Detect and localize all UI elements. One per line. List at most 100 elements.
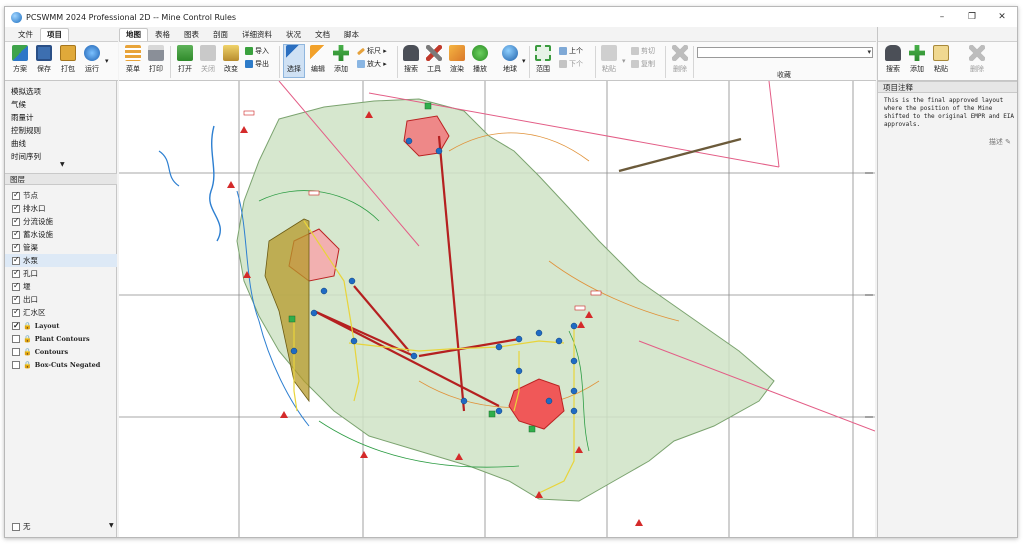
run-label: 运行 [85, 65, 99, 73]
select-label: 选择 [287, 65, 301, 73]
expand-list-icon[interactable]: ▼ [60, 161, 65, 168]
layer-checkbox[interactable] [12, 216, 20, 226]
layer-row[interactable]: 节点 [5, 189, 117, 202]
layer-row[interactable]: 管渠 [5, 241, 117, 254]
render-button[interactable]: 渲染 [446, 45, 468, 74]
paste-dropdown-arrow[interactable]: ▾ [622, 57, 626, 65]
zoom-icon [357, 60, 365, 68]
tab-map[interactable]: 地图 [119, 28, 148, 41]
annotation-paste-button[interactable]: 粘贴 [930, 45, 952, 74]
tab-status[interactable]: 状况 [279, 28, 308, 41]
tab-details[interactable]: 详细资料 [235, 28, 279, 41]
run-button[interactable]: 运行 [81, 45, 103, 74]
search-button[interactable]: 搜索 [400, 45, 422, 74]
title-bar: PCSWMM 2024 Professional 2D -- Mine Cont… [5, 7, 1017, 27]
sim-item-raingages[interactable]: 雨量计 [11, 112, 34, 123]
layer-row[interactable]: 孔口 [5, 267, 117, 280]
layer-row[interactable]: 🔒Layout [5, 319, 117, 332]
layer-row[interactable]: 出口 [5, 293, 117, 306]
layer-row[interactable]: 排水口 [5, 202, 117, 215]
edit-button[interactable]: 编辑 [307, 45, 329, 74]
close-layer-button[interactable]: 关闭 [197, 45, 219, 74]
layer-row[interactable]: 🔒 Box-Cuts Negated [5, 358, 117, 371]
layer-checkbox[interactable] [12, 190, 20, 200]
globe-dropdown-arrow[interactable]: ▾ [522, 57, 526, 65]
sim-item-options[interactable]: 模拟选项 [11, 86, 41, 97]
extent-button[interactable]: 范围 [532, 45, 554, 74]
paste-button[interactable]: 粘贴 [598, 45, 620, 74]
none-checkbox[interactable] [12, 522, 20, 531]
layer-row[interactable]: 分流设施 [5, 215, 117, 228]
print-button[interactable]: 打印 [145, 45, 167, 74]
layer-checkbox[interactable] [12, 203, 20, 213]
annotation-add-button[interactable]: 添加 [906, 45, 928, 74]
cut-button[interactable]: 剪切 [631, 46, 655, 56]
tab-graphs[interactable]: 图表 [177, 28, 206, 41]
import-button[interactable]: 导入 [245, 46, 269, 56]
layer-checkbox[interactable] [12, 268, 20, 278]
minimize-button[interactable]: – [927, 7, 957, 27]
restore-button[interactable]: ❐ [957, 7, 987, 27]
none-option[interactable]: 无 [12, 521, 31, 532]
catchment-area[interactable] [236, 98, 775, 502]
chevron-down-icon: ▾ [867, 48, 871, 56]
change-layer-button[interactable]: 改变 [220, 45, 242, 74]
layer-checkbox[interactable] [12, 334, 20, 343]
tab-profile[interactable]: 剖面 [206, 28, 235, 41]
layer-checkbox[interactable] [12, 281, 20, 291]
layer-checkbox[interactable] [12, 255, 20, 265]
annotation-search-button[interactable]: 搜索 [882, 45, 904, 74]
tab-documents[interactable]: 文档 [308, 28, 337, 41]
layer-row[interactable]: 水泵 [5, 254, 117, 267]
tab-tables[interactable]: 表格 [148, 28, 177, 41]
package-button[interactable]: 打包 [57, 45, 79, 74]
copy-button[interactable]: 复制 [631, 59, 655, 69]
select-button[interactable]: 选择 [283, 44, 305, 78]
run-dropdown-arrow[interactable]: ▾ [105, 57, 109, 65]
layers-stack-icon [125, 45, 141, 61]
previous-view-button[interactable]: 上个 [559, 46, 583, 56]
chevron-down-icon[interactable]: ▼ [109, 522, 114, 529]
next-view-button[interactable]: 下个 [559, 59, 583, 69]
scenario-button[interactable]: 方案 [9, 45, 31, 74]
tab-file[interactable]: 文件 [11, 28, 40, 41]
sim-item-curves[interactable]: 曲线 [11, 138, 26, 149]
tools-button[interactable]: 工具 [423, 45, 445, 74]
sim-item-time-series[interactable]: 时间序列 [11, 151, 41, 162]
ruler-button[interactable]: 标尺 ▸ [356, 46, 387, 56]
favorites-combo[interactable]: ▾ [697, 47, 873, 58]
layer-checkbox[interactable] [12, 347, 20, 356]
ribbon-separator [279, 46, 280, 78]
menu-button[interactable]: 菜单 [122, 45, 144, 74]
save-button[interactable]: 保存 [33, 45, 55, 74]
open-layer-button[interactable]: 打开 [174, 45, 196, 74]
layer-checkbox[interactable] [12, 320, 20, 330]
layer-checkbox[interactable] [12, 360, 20, 369]
project-notes-text[interactable]: This is the final approved layout where … [884, 97, 1016, 129]
layer-row[interactable]: 🔒 Contours [5, 345, 117, 358]
delete-button[interactable]: 删除 [669, 45, 691, 74]
play-button[interactable]: 播放 [469, 45, 491, 74]
annotation-delete-button[interactable]: 删除 [966, 45, 988, 74]
none-label: 无 [23, 522, 31, 531]
map-canvas[interactable] [119, 81, 875, 537]
export-button[interactable]: 导出 [245, 59, 269, 69]
layer-row[interactable]: 🔒 Plant Contours [5, 332, 117, 345]
globe-button[interactable]: 地球 [499, 45, 521, 74]
layer-checkbox[interactable] [12, 307, 20, 317]
layer-checkbox[interactable] [12, 294, 20, 304]
tab-scripts[interactable]: 脚本 [337, 28, 366, 41]
tab-project[interactable]: 项目 [40, 28, 69, 41]
layer-checkbox[interactable] [12, 229, 20, 239]
sim-item-control-rules[interactable]: 控制规则 [11, 125, 41, 136]
layer-checkbox[interactable] [12, 242, 20, 252]
layer-row[interactable]: 堰 [5, 280, 117, 293]
plus-icon [333, 45, 349, 61]
zoom-button[interactable]: 放大 ▸ [357, 59, 387, 69]
sim-item-climate[interactable]: 气候 [11, 99, 26, 110]
close-button[interactable]: ✕ [987, 7, 1017, 27]
edit-description-button[interactable]: 描述 ✎ [989, 137, 1011, 147]
layer-row[interactable]: 蓄水设施 [5, 228, 117, 241]
layer-row[interactable]: 汇水区 [5, 306, 117, 319]
add-button[interactable]: 添加 [330, 45, 352, 74]
